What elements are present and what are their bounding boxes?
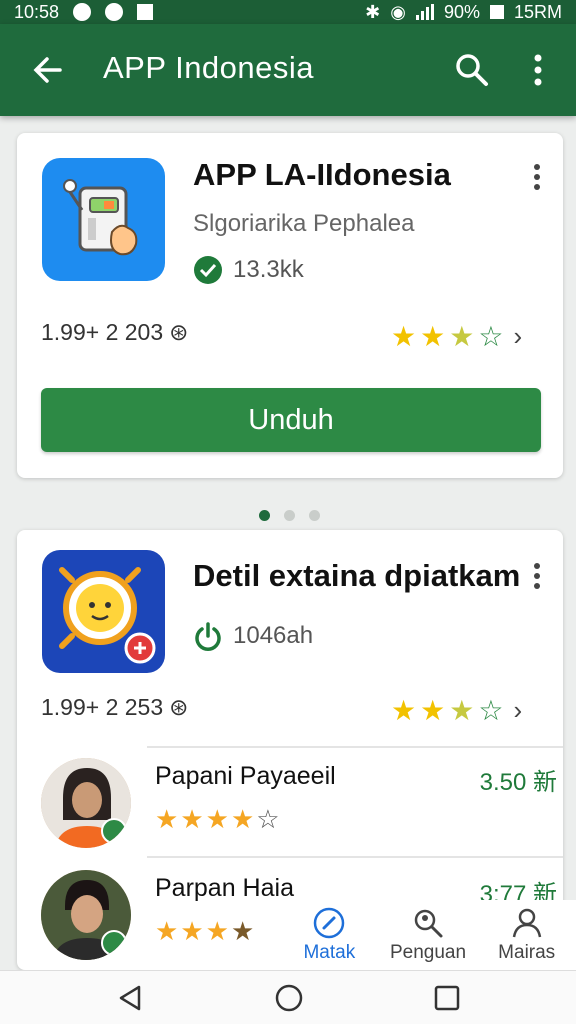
compass-icon [314,907,345,939]
tab-label: Penguan [389,942,467,963]
review-score: 3.50 新 [479,769,557,796]
smiley-sun-icon [59,567,156,664]
download-count: 13.3kk [233,256,304,283]
verified-meta: 13.3kk [193,255,304,285]
power-meta: 1046ah [193,621,313,651]
avatar[interactable] [41,758,131,848]
star-full-icon: ★ [391,694,417,726]
verified-badge-icon [101,930,127,956]
system-nav-bar [0,970,576,1024]
overflow-menu-icon[interactable] [524,50,552,90]
star-empty-icon: ☆ [256,804,280,834]
page-indicator [259,510,320,521]
divider [147,746,563,748]
signal-icon [415,4,434,20]
reviewer-name: Parpan Haia [155,874,294,902]
star-full-icon: ★ [155,804,179,834]
star-half-icon: ★ [449,694,475,726]
star-full-icon: ★ [205,916,229,946]
status-extra: 15RM [513,1,562,22]
star-empty-icon: ☆ [478,694,504,726]
status-bar: 10:58 ✱ ◉ 90% 15RM [0,0,576,24]
battery-icon [489,5,504,19]
price-info: 1.99+ 2 203 ⊛ [41,319,188,346]
app-name[interactable]: APP LA-IIdonesia [193,157,451,193]
tab-penguan[interactable]: Penguan [379,900,478,970]
star-full-icon: ★ [391,320,417,352]
bottom-tab-bar: Matak Penguan Mairas [280,900,576,970]
meta-value: 1046ah [233,622,314,649]
more-options-icon[interactable] [527,163,547,191]
price-text: 1.99+ 2 203 [41,319,164,345]
notification-icon [73,3,92,21]
star-half-icon: ★ [230,916,255,946]
review-stars: ★ ★ ★ ★ ☆ [155,806,280,832]
app-card-primary[interactable]: APP LA-IIdonesia Slgoriarika Pephalea 13… [17,133,563,478]
star-full-icon: ★ [180,804,204,834]
wifi-icon: ◉ [390,1,406,22]
verified-badge-icon [101,818,127,844]
star-half-icon: ★ [449,320,475,352]
developer-name[interactable]: Slgoriarika Pephalea [193,210,414,238]
bluetooth-icon: ✱ [365,1,381,22]
page-dot[interactable] [309,510,320,521]
price-info: 1.99+ 2 253 ⊛ [41,694,188,721]
back-arrow-icon[interactable] [28,50,68,90]
verified-check-icon [194,256,222,284]
star-full-icon: ★ [230,804,255,834]
clock-icon [105,3,124,21]
power-icon [195,622,221,651]
app-icon [42,550,165,673]
star-full-icon: ★ [205,804,229,834]
page-title: APP Indonesia [103,50,315,85]
rating-stars[interactable]: ★ ★ ★ ☆ › [391,321,522,352]
chevron-right-icon[interactable]: › [513,321,522,352]
install-button[interactable]: Unduh [41,388,541,452]
review-stars: ★ ★ ★ ★ [155,918,254,944]
tab-label: Matak [303,942,356,963]
person-icon [512,908,541,938]
divider [147,856,563,858]
star-full-icon: ★ [420,320,446,352]
download-icon [137,4,154,20]
nav-recents-icon[interactable] [432,983,462,1013]
tab-matak[interactable]: Matak [280,900,379,970]
battery-percent: 90% [443,1,480,22]
price-text: 1.99+ 2 253 [41,694,164,720]
nav-back-icon[interactable] [115,983,145,1013]
tab-mairas[interactable]: Mairas [477,900,576,970]
vending-machine-icon [63,179,138,256]
status-time: 10:58 [14,1,60,22]
more-options-icon[interactable] [527,562,547,590]
app-bar: APP Indonesia [0,24,576,116]
page-dot[interactable] [284,510,295,521]
reviewer-name: Papani Payaeeil [155,762,336,790]
star-full-icon: ★ [180,916,204,946]
star-empty-icon: ☆ [478,320,504,352]
search-icon[interactable] [452,50,492,90]
app-name[interactable]: Detil extaina dpiatkam [193,558,520,594]
review-item[interactable]: Papani Payaeeil ★ ★ ★ ★ ☆ 3.50 新 [41,758,557,858]
tab-label: Mairas [498,942,556,963]
rating-stars[interactable]: ★ ★ ★ ☆ › [391,695,522,726]
search-people-icon [414,909,443,938]
currency-icon: ⊛ [169,319,189,345]
chevron-right-icon[interactable]: › [513,695,522,726]
currency-icon: ⊛ [169,694,189,720]
avatar[interactable] [41,870,131,960]
nav-home-icon[interactable] [274,983,304,1013]
star-full-icon: ★ [420,694,446,726]
star-full-icon: ★ [155,916,179,946]
app-icon [42,158,165,281]
page-dot-active[interactable] [259,510,270,521]
